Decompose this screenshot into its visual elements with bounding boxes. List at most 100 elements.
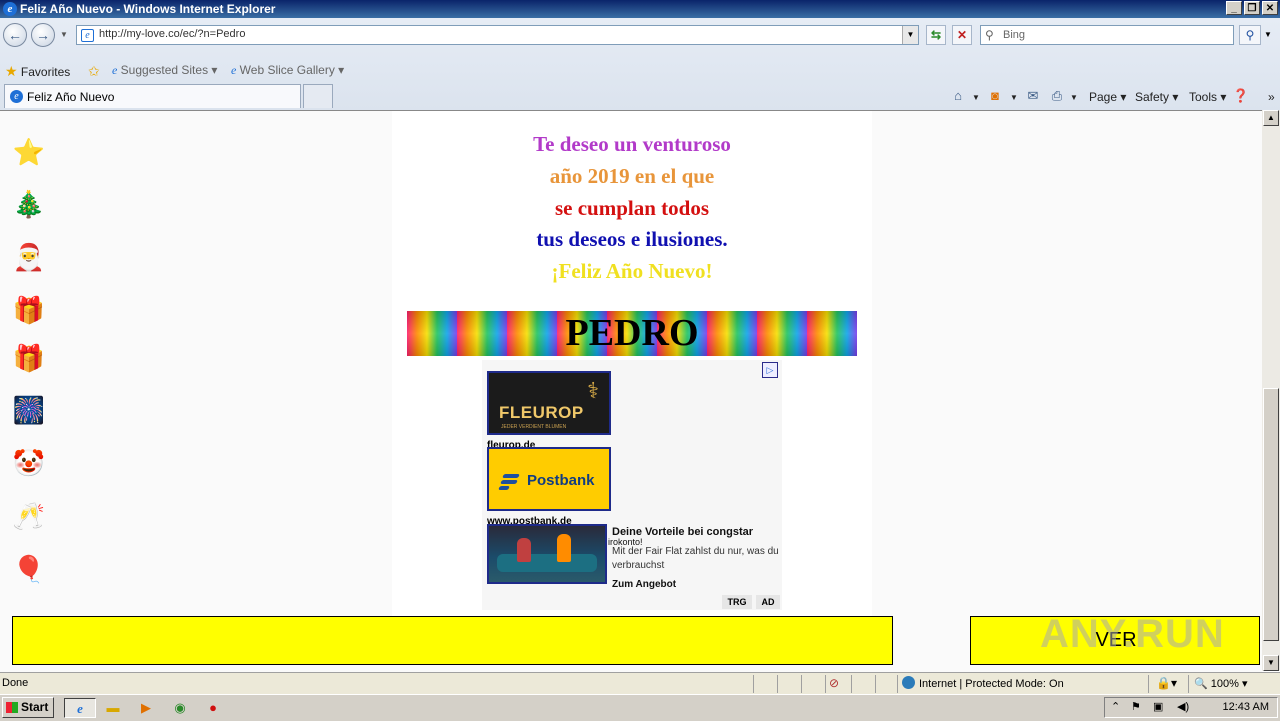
stop-button[interactable]: ✕ xyxy=(952,25,972,45)
print-dropdown[interactable]: ▼ xyxy=(1070,93,1078,102)
chrome-icon[interactable]: ◉ xyxy=(170,698,190,718)
tray-expand-icon[interactable]: ⌃ xyxy=(1111,700,1120,713)
mercury-logo-icon: ⚕ xyxy=(587,378,599,403)
suggested-sites-link[interactable]: e Suggested Sites ▾ xyxy=(112,63,217,78)
address-url[interactable]: http://my-love.co/ec/?n=Pedro xyxy=(99,28,245,40)
ad-badge[interactable]: AD xyxy=(756,595,780,609)
clown-emoji: 🤡 xyxy=(12,448,46,478)
start-button[interactable]: Start xyxy=(2,697,54,718)
gift-emoji: 🎁 xyxy=(12,295,46,325)
ad-block: ▷ ⚕ FLEUROP JEDER VERDIENT BLUMEN fleuro… xyxy=(482,360,782,610)
search-placeholder: Bing xyxy=(1003,29,1026,41)
forward-button[interactable]: → xyxy=(31,23,55,47)
page-icon: e xyxy=(81,29,94,42)
search-box[interactable]: ⚲ Bing xyxy=(980,25,1234,45)
ie-icon: e xyxy=(3,2,17,16)
popup-blocker-icon[interactable]: ⊘ xyxy=(829,676,839,690)
vertical-scrollbar[interactable]: ▲ ▼ xyxy=(1262,110,1280,671)
safety-menu[interactable]: Safety ▾ xyxy=(1135,90,1178,104)
favorites-button[interactable]: ★ Favorites xyxy=(5,63,70,80)
status-text: Done xyxy=(2,677,29,689)
scroll-thumb[interactable] xyxy=(1263,388,1279,641)
window-title: Feliz Año Nuevo - Windows Internet Explo… xyxy=(20,2,276,16)
help-icon[interactable]: ❓ xyxy=(1232,88,1250,104)
browser-chrome: ← → ▼ e http://my-love.co/ec/?n=Pedro ▼ … xyxy=(0,18,1280,110)
congstar-ad-image[interactable] xyxy=(487,524,607,584)
title-bar: e Feliz Año Nuevo - Windows Internet Exp… xyxy=(0,0,1280,18)
minimize-button[interactable]: _ xyxy=(1226,1,1242,15)
christmas-tree-emoji: 🎄 xyxy=(12,189,46,219)
tools-menu[interactable]: Tools ▾ xyxy=(1189,90,1226,104)
adchoices-icon[interactable]: ▷ xyxy=(762,362,778,378)
address-bar[interactable]: e http://my-love.co/ec/?n=Pedro ▼ xyxy=(76,25,919,45)
search-button[interactable]: ⚲ xyxy=(1239,25,1261,45)
message-line-5: ¡Feliz Año Nuevo! xyxy=(551,259,713,283)
favorites-bar: ★ Favorites ✩ e Suggested Sites ▾ e Web … xyxy=(0,58,1280,84)
network-icon[interactable]: ▣ xyxy=(1153,700,1163,713)
postbank-logo-icon xyxy=(498,473,523,490)
close-button[interactable]: ✕ xyxy=(1262,1,1278,15)
more-chevron[interactable]: » xyxy=(1268,90,1275,104)
balloons-emoji: 🎈 xyxy=(12,554,46,584)
action-center-icon[interactable]: ⚑ xyxy=(1131,700,1141,713)
new-tab-button[interactable] xyxy=(303,84,333,108)
message-line-3: se cumplan todos xyxy=(554,196,710,220)
ie-icon: e xyxy=(10,90,23,103)
message-line-4: tus deseos e ilusiones. xyxy=(536,227,728,251)
tab-row: e Feliz Año Nuevo ⌂ ▼ ◙ ▼ ✉ ⎙ ▼ Page ▾ S… xyxy=(0,84,1280,110)
web-slice-gallery-link[interactable]: e Web Slice Gallery ▾ xyxy=(231,63,344,78)
print-icon[interactable]: ⎙ xyxy=(1048,88,1066,104)
fleurop-ad-image[interactable]: ⚕ FLEUROP JEDER VERDIENT BLUMEN xyxy=(487,371,611,435)
gift-emoji: 🎁 xyxy=(12,343,46,373)
feeds-dropdown[interactable]: ▼ xyxy=(1010,93,1018,102)
ie-page-icon: e xyxy=(231,63,237,77)
feeds-icon[interactable]: ◙ xyxy=(986,88,1004,104)
ie-taskbar-icon[interactable]: e xyxy=(64,698,96,718)
scroll-up-arrow[interactable]: ▲ xyxy=(1263,110,1279,126)
search-icon: ⚲ xyxy=(985,28,994,42)
security-zone: Internet | Protected Mode: On xyxy=(902,676,1064,690)
window-controls: _ ❐ ✕ xyxy=(1226,1,1278,15)
toast-emoji: 🥂 xyxy=(12,501,46,531)
mail-icon[interactable]: ✉ xyxy=(1024,88,1042,104)
add-favorite-icon[interactable]: ✩ xyxy=(88,63,100,80)
search-options-dropdown[interactable]: ▼ xyxy=(1264,30,1272,39)
refresh-button[interactable]: ⇆ xyxy=(926,25,946,45)
clock[interactable]: 12:43 AM xyxy=(1223,701,1269,713)
name-banner: PEDRO xyxy=(407,311,857,356)
star-icon: ★ xyxy=(5,63,18,79)
home-icon[interactable]: ⌂ xyxy=(949,88,967,104)
tab-label: Feliz Año Nuevo xyxy=(27,90,115,104)
zoom-level[interactable]: 🔍 100% ▾ xyxy=(1194,677,1247,690)
message-line-2: año 2019 en el que xyxy=(549,164,715,188)
page-viewport: ⭐ 🎄 🎅 🎁 🎁 🎆 🤡 🥂 🎈 Te deseo un venturoso … xyxy=(0,110,1262,672)
opera-icon[interactable]: ● xyxy=(203,698,223,718)
windows-flag-icon xyxy=(6,702,18,713)
folder-icon[interactable]: ▬ xyxy=(103,698,123,718)
postbank-ad-image[interactable]: Postbank xyxy=(487,447,611,511)
star-emoji: ⭐ xyxy=(12,137,46,167)
congstar-cta-link[interactable]: Zum Angebot xyxy=(612,579,676,590)
message-line-1: Te deseo un venturoso xyxy=(533,132,731,156)
address-dropdown[interactable]: ▼ xyxy=(902,26,918,44)
home-dropdown[interactable]: ▼ xyxy=(972,93,980,102)
volume-icon[interactable]: ◀) xyxy=(1177,700,1189,713)
taskbar: Start e ▬ ▶ ◉ ● ⌃ ⚑ ▣ ◀) 12:43 AM xyxy=(0,694,1280,721)
yellow-banner[interactable] xyxy=(12,616,893,665)
page-menu[interactable]: Page ▾ xyxy=(1089,90,1126,104)
santa-emoji: 🎅 xyxy=(12,242,46,272)
restore-button[interactable]: ❐ xyxy=(1244,1,1260,15)
anyrun-watermark: ANY.RUN xyxy=(1040,612,1225,656)
back-button[interactable]: ← xyxy=(3,23,27,47)
recent-pages-dropdown[interactable]: ▼ xyxy=(60,30,68,39)
status-bar: Done ⊘ Internet | Protected Mode: On 🔒▾ … xyxy=(0,672,1280,695)
globe-icon xyxy=(902,676,915,689)
scroll-down-arrow[interactable]: ▼ xyxy=(1263,655,1279,671)
ie-page-icon: e xyxy=(112,63,118,77)
recipient-name: PEDRO xyxy=(565,312,699,354)
trg-badge[interactable]: TRG xyxy=(722,595,752,609)
tab-feliz-ano-nuevo[interactable]: e Feliz Año Nuevo xyxy=(4,84,301,108)
protected-mode-icon[interactable]: 🔒▾ xyxy=(1156,676,1177,690)
media-player-icon[interactable]: ▶ xyxy=(136,698,156,718)
congstar-body: Mit der Fair Flat zahlst du nur, was du … xyxy=(612,546,779,571)
